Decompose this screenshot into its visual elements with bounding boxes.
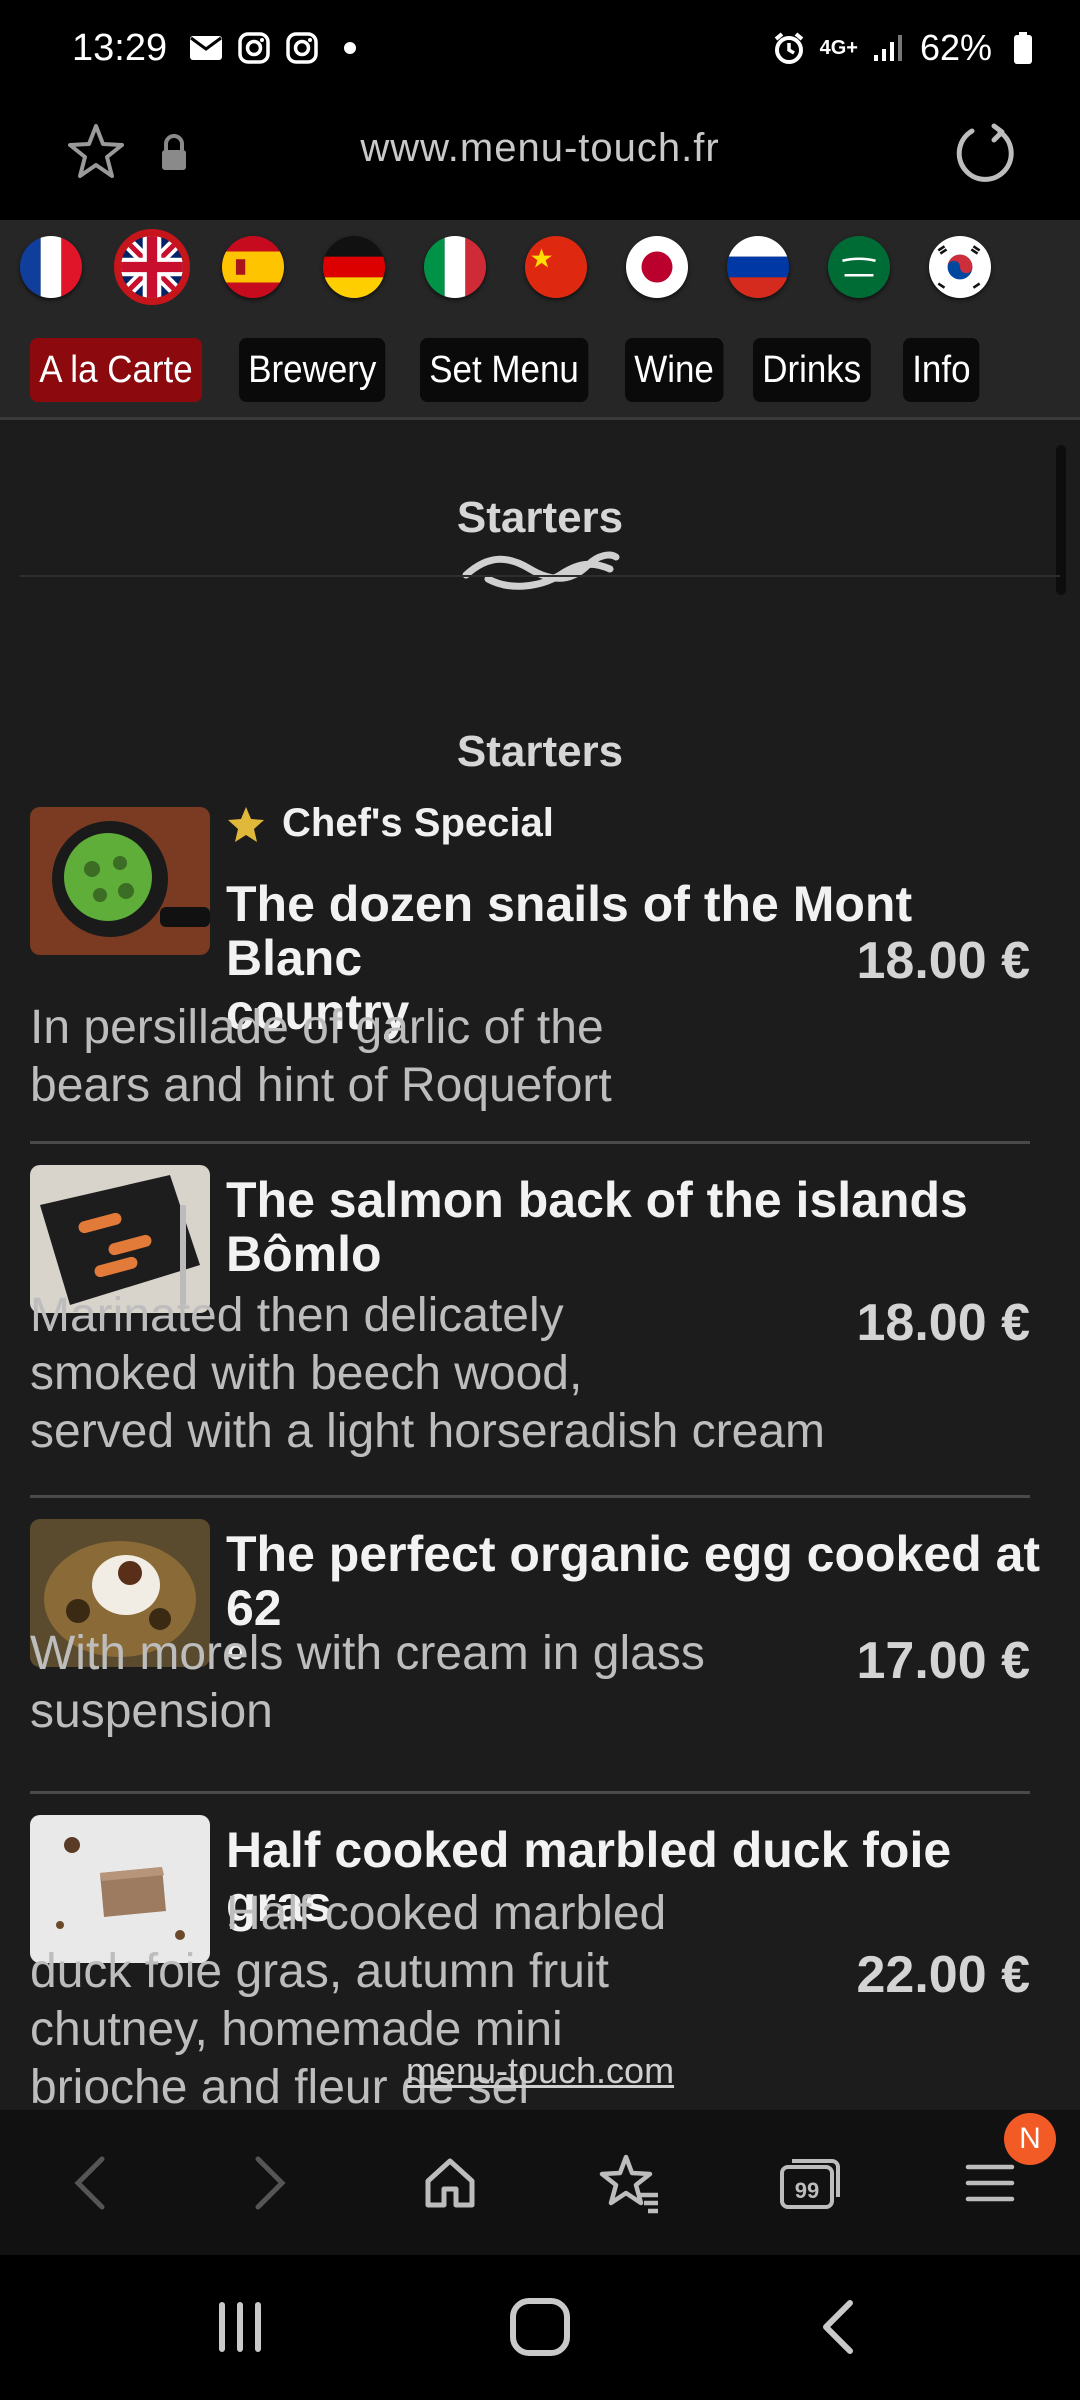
home-icon[interactable]: [410, 2143, 490, 2223]
spain-flag[interactable]: [222, 236, 284, 298]
status-right: 4G+ 62%: [772, 27, 1040, 69]
item-divider: [30, 1141, 1030, 1144]
tabs-count: 99: [795, 2178, 819, 2203]
section-heading: Starters: [456, 727, 624, 776]
dish-description-line: suspension: [30, 1685, 273, 1738]
menu-item[interactable]: Chef's Special The dozen snails of the M…: [0, 797, 1080, 1147]
star-icon: [228, 806, 264, 842]
notification-icons: [189, 31, 367, 65]
category-tabs: A la Carte Brewery Set Menu Wine Drinks …: [30, 338, 987, 402]
network-type: 4G+: [819, 37, 858, 59]
dish-name: The salmon back of the islands Bômlo: [226, 1173, 1046, 1281]
mail-icon: [189, 31, 223, 65]
japan-flag[interactable]: [626, 236, 688, 298]
language-flags: [20, 229, 991, 305]
menu-item[interactable]: The salmon back of the islands Bômlo 18.…: [0, 1147, 1080, 1497]
flourish-ornament-icon: [462, 551, 620, 590]
chefs-special-badge: Chef's Special: [226, 801, 554, 846]
watermark-link[interactable]: menu-touch.com: [0, 2050, 1080, 2092]
dish-price: 17.00 €: [856, 1632, 1031, 1690]
dish-description-line: Half cooked marbled: [226, 1887, 667, 1940]
menu-icon[interactable]: N: [950, 2112, 1056, 2223]
forward-icon[interactable]: [230, 2143, 310, 2223]
system-navigation-bar: [0, 2255, 1080, 2400]
status-bar: 13:29 4G+ 62%: [0, 0, 1080, 96]
battery-percent: 62%: [919, 27, 992, 68]
back-icon[interactable]: [50, 2143, 130, 2223]
tabs-icon[interactable]: 99: [770, 2143, 850, 2223]
dish-description: With morels with cream in glass suspensi…: [30, 1625, 870, 1741]
russia-flag[interactable]: [727, 236, 789, 298]
home-button-icon[interactable]: [505, 2295, 575, 2364]
tab-drinks[interactable]: Drinks: [753, 338, 871, 402]
language-and-category-bar: A la Carte Brewery Set Menu Wine Drinks …: [0, 220, 1080, 420]
bookmarks-icon[interactable]: [590, 2143, 670, 2223]
instagram-icon: [285, 31, 319, 65]
dish-description-line: duck foie gras, autumn fruit: [30, 1945, 609, 1998]
dish-description-line: served with a light horseradish cream: [30, 1405, 826, 1458]
battery-icon: [1006, 31, 1040, 65]
status-time: 13:29: [72, 26, 168, 69]
system-back-icon[interactable]: [810, 2295, 870, 2364]
dish-name-line: The perfect organic egg cooked at 62: [226, 1526, 1041, 1636]
browser-url-bar: www.menu-touch.fr: [0, 96, 1080, 220]
reload-icon[interactable]: [950, 118, 1020, 188]
tab-wine[interactable]: Wine: [624, 338, 723, 402]
germany-flag[interactable]: [323, 236, 385, 298]
divider: [20, 575, 1060, 577]
saudi-arabia-flag[interactable]: [828, 236, 890, 298]
china-flag[interactable]: [525, 236, 587, 298]
dish-description: In persillade of garlic of the bears and…: [30, 999, 870, 1115]
dish-price: 18.00 €: [856, 932, 1031, 990]
tab-info[interactable]: Info: [903, 338, 980, 402]
dish-description-line: bears and hint of Roquefort: [30, 1059, 612, 1112]
item-divider: [30, 1791, 1030, 1794]
tab-brewery[interactable]: Brewery: [238, 338, 386, 402]
web-page: A la Carte Brewery Set Menu Wine Drinks …: [0, 220, 1080, 2110]
uk-flag[interactable]: [114, 229, 190, 305]
item-divider: [30, 1495, 1030, 1498]
dish-name-line: The salmon back of the islands: [226, 1172, 968, 1228]
chefs-special-label: Chef's Special: [282, 801, 554, 845]
dish-photo[interactable]: [30, 1815, 210, 1963]
new-notification-badge: N: [1004, 2112, 1056, 2165]
more-notifications-dot-icon: [333, 31, 367, 65]
menu-item[interactable]: The perfect organic egg cooked at 62 ° 1…: [0, 1501, 1080, 1791]
recent-apps-icon[interactable]: [210, 2295, 270, 2364]
dish-description-line: smoked with beech wood,: [30, 1347, 583, 1400]
dish-description-line: With morels with cream in glass: [30, 1627, 705, 1680]
tab-set-menu[interactable]: Set Menu: [420, 338, 589, 402]
dish-name-line: Bômlo: [226, 1226, 382, 1282]
url-address[interactable]: www.menu-touch.fr: [0, 126, 1080, 171]
dish-description: Marinated then delicately smoked with be…: [30, 1287, 1030, 1461]
dish-price: 22.00 €: [856, 1946, 1031, 2004]
italy-flag[interactable]: [424, 236, 486, 298]
instagram-icon: [237, 31, 271, 65]
dish-description-line: Marinated then delicately: [30, 1289, 564, 1342]
dish-photo[interactable]: [30, 807, 210, 955]
dish-description-line: In persillade of garlic of the: [30, 1001, 604, 1054]
alarm-icon: [772, 31, 806, 65]
tab-a-la-carte[interactable]: A la Carte: [30, 338, 202, 402]
browser-toolbar: 99 N: [0, 2110, 1080, 2255]
france-flag[interactable]: [20, 236, 82, 298]
signal-icon: [872, 31, 906, 65]
south-korea-flag[interactable]: [929, 236, 991, 298]
